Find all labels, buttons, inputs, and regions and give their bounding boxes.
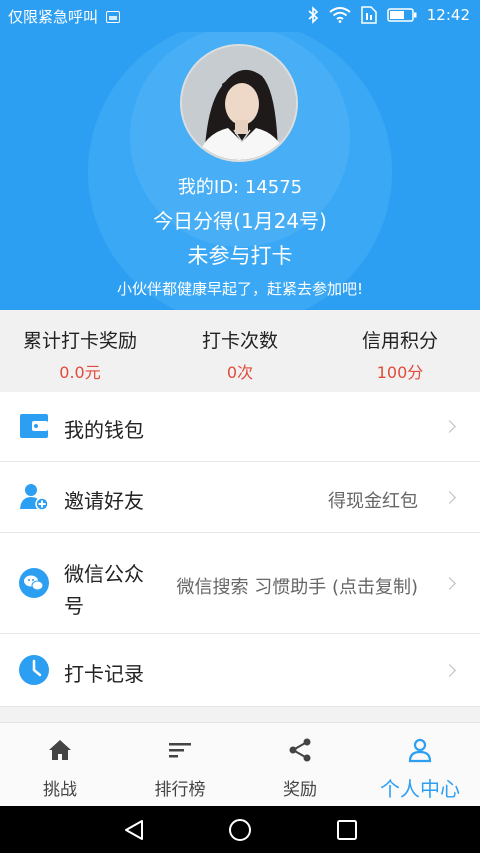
system-nav-bar (0, 806, 480, 853)
user-icon (408, 738, 432, 763)
home-icon (49, 740, 71, 760)
back-icon[interactable] (122, 818, 146, 842)
menu-label: 微信公众 (64, 562, 144, 586)
profile-header: 我的ID: 14575 今日分得(1月24号) 未参与打卡 小伙伴都健康早起了，… (0, 32, 480, 310)
checkin-status: 未参与打卡 (187, 244, 293, 268)
today-earnings: 今日分得(1月24号) (153, 209, 327, 233)
share-icon (289, 738, 311, 762)
stat-title: 信用积分 (361, 330, 438, 352)
stat-total-reward: 累计打卡奖励 0.0元 (0, 310, 160, 390)
menu-item-invite[interactable]: 邀请好友 得现金红包 (0, 462, 480, 533)
menu-label-line2: 号 (64, 594, 84, 618)
menu-item-checkin-record[interactable]: 打卡记录 (0, 634, 480, 707)
add-user-icon (20, 484, 49, 511)
wallet-icon (20, 414, 48, 438)
chevron-right-icon (443, 577, 456, 590)
clock-icon (19, 655, 49, 685)
chevron-right-icon (443, 664, 456, 677)
tab-challenge[interactable]: 挑战 (0, 723, 120, 807)
menu-list: 我的钱包 邀请好友 得现金红包 微信公众 号 微信搜索 习惯助手 (点击复制) … (0, 392, 480, 707)
slogan: 小伙伴都健康早起了，赶紧去参加吧! (116, 280, 363, 298)
menu-label: 打卡记录 (64, 662, 144, 686)
stat-title: 打卡次数 (201, 330, 278, 352)
stat-value: 0.0元 (59, 363, 101, 382)
wifi-icon (329, 7, 351, 23)
sim-icon (361, 6, 377, 24)
tab-label: 个人中心 (380, 777, 460, 801)
tab-profile[interactable]: 个人中心 (360, 723, 480, 807)
battery-icon (387, 8, 417, 22)
ranking-icon (169, 743, 191, 758)
chevron-right-icon (443, 420, 456, 433)
home-button-icon[interactable] (228, 818, 252, 842)
recents-icon[interactable] (335, 818, 359, 842)
menu-sub: 得现金红包 (328, 491, 418, 512)
chevron-right-icon (443, 491, 456, 504)
stat-value: 0次 (226, 363, 254, 382)
stat-value: 100分 (376, 363, 424, 382)
menu-item-wallet[interactable]: 我的钱包 (0, 392, 480, 462)
user-id: 我的ID: 14575 (177, 177, 303, 198)
carrier-text: 仅限紧急呼叫 (8, 8, 99, 26)
wechat-icon (19, 568, 49, 598)
avatar[interactable] (180, 44, 298, 162)
clock-time: 12:42 (426, 6, 470, 24)
stats-bar: 累计打卡奖励 0.0元 打卡次数 0次 信用积分 100分 (0, 310, 480, 390)
menu-label: 我的钱包 (64, 418, 144, 442)
stat-credit-score: 信用积分 100分 (320, 310, 480, 390)
image-notification-icon (106, 10, 121, 23)
status-bar: 仅限紧急呼叫 12:42 (0, 0, 480, 32)
stat-checkin-count: 打卡次数 0次 (160, 310, 320, 390)
tab-ranking[interactable]: 排行榜 (120, 723, 240, 807)
menu-label: 邀请好友 (64, 489, 144, 513)
menu-sub: 微信搜索 习惯助手 (点击复制) (176, 577, 419, 598)
tab-label: 挑战 (43, 780, 77, 800)
menu-item-wechat[interactable]: 微信公众 号 微信搜索 习惯助手 (点击复制) (0, 533, 480, 634)
bluetooth-icon (308, 6, 318, 24)
tab-label: 排行榜 (154, 780, 206, 800)
tab-reward[interactable]: 奖励 (240, 723, 360, 807)
stat-title: 累计打卡奖励 (22, 330, 137, 352)
tab-label: 奖励 (283, 780, 317, 800)
bottom-tab-bar: 挑战 排行榜 奖励 个人中心 (0, 722, 480, 807)
